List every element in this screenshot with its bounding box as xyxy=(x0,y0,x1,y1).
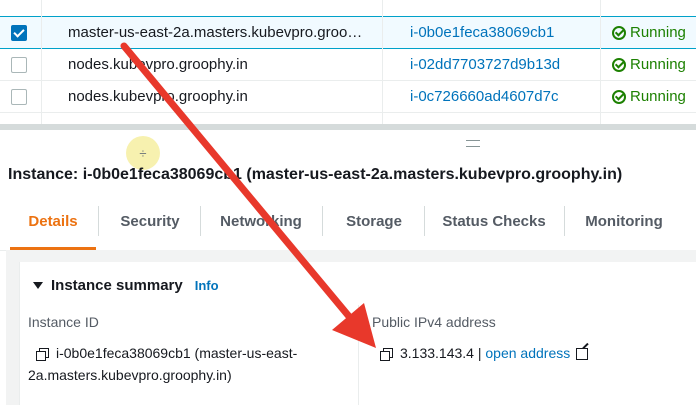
instance-id-link[interactable]: i-0c726660ad4607d7c xyxy=(410,88,558,105)
instance-details-title: Instance: i-0b0e1feca38069cb1 (master-us… xyxy=(8,166,623,183)
ipv4-label: Public IPv4 address xyxy=(372,314,496,330)
open-address-link[interactable]: open address xyxy=(485,345,570,361)
instance-summary-header[interactable]: Instance summary Info xyxy=(33,277,219,294)
copy-icon[interactable] xyxy=(36,348,49,362)
column-divider xyxy=(358,305,359,405)
tab-status-checks[interactable]: Status Checks xyxy=(426,192,562,250)
tab-details[interactable]: Details xyxy=(10,192,96,250)
instance-name: nodes.kubevpro.groophy.in xyxy=(68,88,248,105)
row-checkbox[interactable] xyxy=(11,24,27,41)
column-divider xyxy=(382,0,383,125)
split-divider[interactable] xyxy=(0,124,696,130)
success-icon xyxy=(612,25,626,40)
info-link[interactable]: Info xyxy=(195,278,219,293)
instance-state: Running xyxy=(612,56,686,73)
table-row[interactable]: master-us-east-2a.masters.kubevpro.groo…… xyxy=(0,16,696,49)
row-checkbox[interactable] xyxy=(11,56,27,73)
instance-id-link[interactable]: i-02dd7703727d9b13d xyxy=(410,56,560,73)
instance-state: Running xyxy=(612,24,686,41)
summary-title: Instance summary xyxy=(51,277,183,294)
external-link-icon[interactable] xyxy=(576,348,589,361)
table-row[interactable]: nodes.kubevpro.groophy.in i-02dd7703727d… xyxy=(0,49,696,81)
table-row[interactable]: nodes.kubevpro.groophy.in i-0c726660ad46… xyxy=(0,81,696,113)
details-tabs: Details Security Networking Storage Stat… xyxy=(0,192,696,251)
tab-monitoring[interactable]: Monitoring xyxy=(566,192,682,250)
column-divider xyxy=(41,0,42,125)
instance-id-label: Instance ID xyxy=(28,314,99,330)
tab-security[interactable]: Security xyxy=(100,192,200,250)
tab-networking[interactable]: Networking xyxy=(202,192,320,250)
instance-id-value: i-0b0e1feca38069cb1 (master-us-east- 2a.… xyxy=(28,345,298,383)
cursor-highlight-icon: ÷ xyxy=(126,136,160,170)
tab-storage[interactable]: Storage xyxy=(324,192,424,250)
success-icon xyxy=(612,57,626,72)
instance-state: Running xyxy=(612,88,686,105)
triangle-down-icon[interactable] xyxy=(33,282,43,289)
ipv4-address: 3.133.143.4 xyxy=(400,345,474,361)
copy-icon[interactable] xyxy=(380,348,393,362)
instance-name: nodes.kubevpro.groophy.in xyxy=(68,56,248,73)
success-icon xyxy=(612,89,626,104)
instance-id-link[interactable]: i-0b0e1feca38069cb1 xyxy=(410,24,554,41)
row-checkbox[interactable] xyxy=(11,88,27,105)
column-divider xyxy=(600,0,601,125)
instance-name: master-us-east-2a.masters.kubevpro.groo… xyxy=(68,24,363,41)
drag-handle-icon[interactable] xyxy=(466,140,480,147)
ipv4-value: 3.133.143.4 | open address xyxy=(380,342,589,364)
